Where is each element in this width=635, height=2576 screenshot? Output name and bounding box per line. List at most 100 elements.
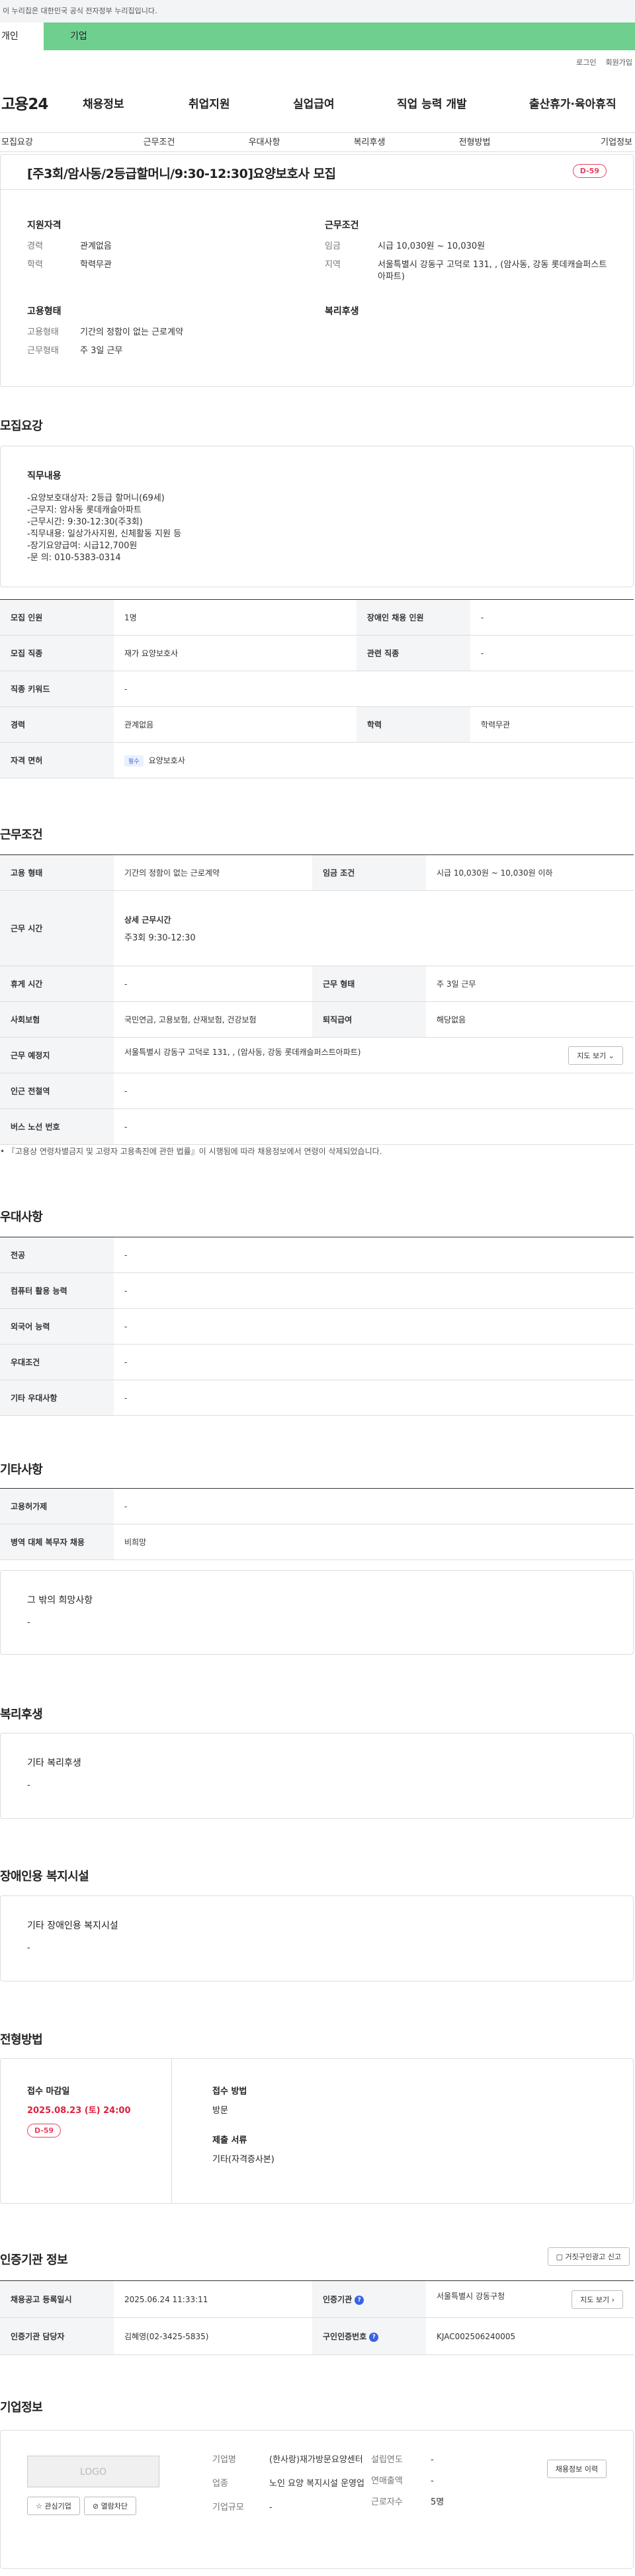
duty-line: -문 의: 010-5383-0314 (27, 553, 121, 563)
menu-parental-leave[interactable]: 출산휴가·육아휴직 (529, 95, 635, 111)
method-value: 방문 (212, 2106, 228, 2116)
method-label: 접수 방법 (212, 2087, 247, 2097)
section-title-work: 근무조건 (0, 828, 43, 842)
duty-title: 직무내용 (27, 471, 62, 481)
anchor-selection[interactable]: 전형방법 (422, 133, 527, 151)
section-title-agency: 인증기관 정보 (0, 2253, 68, 2267)
anchor-welfare[interactable]: 복리후생 (317, 133, 422, 151)
anchor-company[interactable]: 기업정보 (527, 133, 635, 151)
employment-title: 고용형태 (27, 306, 62, 317)
table-header: 학력 (356, 706, 470, 743)
kv-key: 지역 (325, 260, 341, 270)
chevron-right-icon: › (611, 2295, 614, 2304)
kv-key: 업종 (212, 2479, 228, 2489)
disabled-box-title: 기타 장애인용 복지시설 (27, 1921, 118, 1931)
kv-key: 경력 (27, 241, 43, 251)
join-link[interactable]: 회원가입 (606, 57, 632, 67)
etc-box-title: 그 밖의 희망사항 (27, 1595, 93, 1606)
tab-company[interactable]: 기업 (44, 22, 635, 50)
anchor-pref[interactable]: 우대사항 (212, 133, 317, 151)
table-header: 퇴직급여 (312, 1001, 426, 1038)
block-company-button[interactable]: ⊘ 열람차단 (83, 2497, 137, 2515)
table-row: 인근 전철역 - (0, 1073, 634, 1109)
util-links: 로그인 회원가입 (576, 57, 632, 67)
table-cell: - (114, 966, 312, 1002)
kv-row: 근무형태 주 3일 근무 (27, 345, 292, 357)
dday-badge: D-59 (572, 164, 607, 178)
table-header: 병역 대체 복무자 채용 (0, 1524, 114, 1560)
bullet-icon: • (0, 1147, 7, 1156)
divider (171, 2059, 172, 2203)
table-cell: - (114, 1308, 634, 1345)
report-fake-ad-button[interactable]: ▢ 거짓구인광고 신고 (547, 2247, 630, 2266)
block-icon: ⊘ (92, 2502, 101, 2511)
age-notice: • 『고용상 연령차별금지 및 고령자 고용촉진에 관한 법률』이 시행됨에 따… (0, 1145, 382, 1157)
favorite-company-button[interactable]: ☆ 관심기업 (27, 2497, 80, 2515)
table-header: 임금 조건 (312, 854, 426, 891)
qualification-block: 지원자격 경력 관계없음 학력 학력무관 (27, 218, 292, 278)
help-icon[interactable]: ? (369, 2332, 379, 2342)
deadline-block: 접수 마감일 2025.08.23 (토) 24:00 D-59 (27, 2084, 131, 2138)
table-cell: - (114, 671, 634, 707)
table-header: 경력 (0, 706, 114, 743)
menu-vocational-training[interactable]: 직업 능력 개발 (397, 95, 529, 111)
table-cell: 학력무관 (470, 706, 634, 743)
table-cell: - (114, 1488, 634, 1524)
kv-row: 설립연도 - (371, 2454, 503, 2466)
pref-table: 전공 - 컴퓨터 활용 능력 - 외국어 능력 - 우대조건 - 기타 우대사항 - (0, 1237, 634, 1416)
document-icon: ▢ (556, 2253, 566, 2261)
table-row: 외국어 능력 - (0, 1308, 634, 1345)
table-row: 컴퓨터 활용 능력 - (0, 1272, 634, 1309)
anchor-recruit[interactable]: 모집요강 (0, 133, 106, 151)
table-header: 모집 인원 (0, 599, 114, 636)
table-header: 고용 형태 (0, 854, 114, 891)
table-cell: 김혜영(02-3425-5835) (114, 2317, 312, 2355)
table-cell: 1명 (114, 599, 357, 636)
docs-label: 제출 서류 (212, 2136, 247, 2145)
table-cell: 2025.06.24 11:33:11 (114, 2280, 312, 2318)
deadline-label: 접수 마감일 (27, 2087, 70, 2097)
duty-text: -요양보호대상자: 2등급 할머니(69세) -근무지: 암사동 롯데캐슬아파트… (27, 493, 607, 564)
menu-jobs[interactable]: 채용정보 (83, 95, 189, 111)
kv-row: 경력 관계없음 (27, 241, 292, 253)
table-cell: - (114, 1272, 634, 1309)
help-icon[interactable]: ? (355, 2295, 364, 2305)
table-header: 직종 키워드 (0, 671, 114, 707)
welfare-box-text: - (27, 1780, 30, 1790)
menu-unemployment-benefit[interactable]: 실업급여 (293, 95, 397, 111)
kv-key: 연매출액 (371, 2476, 403, 2486)
login-link[interactable]: 로그인 (576, 57, 596, 67)
method-block: 접수 방법 방문 제출 서류 기타(자격증사본) (212, 2084, 275, 2165)
agency-map-button[interactable]: 지도 보기 › (572, 2290, 623, 2309)
table-header: 인증기관 담당자 (0, 2317, 114, 2355)
star-icon: ☆ (36, 2502, 45, 2511)
table-row: 경력 관계없음 학력 학력무관 (0, 706, 634, 743)
employment-block: 고용형태 고용형태 기간의 정함이 없는 근로계약 근무형태 주 3일 근무 (27, 304, 292, 364)
table-row: 자격 면허 필수 요양보호사 (0, 742, 634, 778)
table-row: 기타 우대사항 - (0, 1380, 634, 1416)
kv-key: 설립연도 (371, 2455, 403, 2465)
site-logo[interactable]: 고용24 (0, 91, 83, 114)
table-row: 채용공고 등록일시 2025.06.24 11:33:11 인증기관? 서울특별… (0, 2280, 634, 2318)
dday-badge: D-59 (27, 2124, 62, 2138)
menu-employment-support[interactable]: 취업지원 (189, 95, 293, 111)
job-summary-card: [주3회/암사동/2등급할머니/9:30-12:30]요양보호사 모집 D-59… (0, 154, 634, 387)
kv-key: 임금 (325, 241, 341, 251)
section-title-pref: 우대사항 (0, 1210, 43, 1224)
workplace-address: 서울특별시 강동구 고덕로 131, , (암사동, 강동 롯데캐슬퍼스트아파트… (124, 1047, 361, 1057)
table-cell: 기간의 정함이 없는 근로계약 (114, 854, 312, 891)
kv-key: 학력 (27, 260, 43, 270)
etc-box-text: - (27, 1618, 30, 1628)
tab-personal[interactable]: 개인 (0, 22, 44, 50)
hiring-history-button[interactable]: 채용정보 이력 (546, 2460, 607, 2478)
table-header: 외국어 능력 (0, 1308, 114, 1345)
anchor-work[interactable]: 근무조건 (106, 133, 212, 151)
map-button[interactable]: 지도 보기 ⌄ (568, 1046, 623, 1065)
etc-table: 고용허가제 - 병역 대체 복무자 채용 비희망 (0, 1488, 634, 1560)
table-header: 고용허가제 (0, 1488, 114, 1524)
welfare-box-title: 기타 복리후생 (27, 1758, 81, 1768)
required-badge: 필수 (124, 755, 144, 767)
worktime-subtitle: 상세 근무시간 (124, 915, 171, 925)
kv-key: 근로자수 (371, 2497, 403, 2507)
disabled-box-text: - (27, 1943, 30, 1953)
